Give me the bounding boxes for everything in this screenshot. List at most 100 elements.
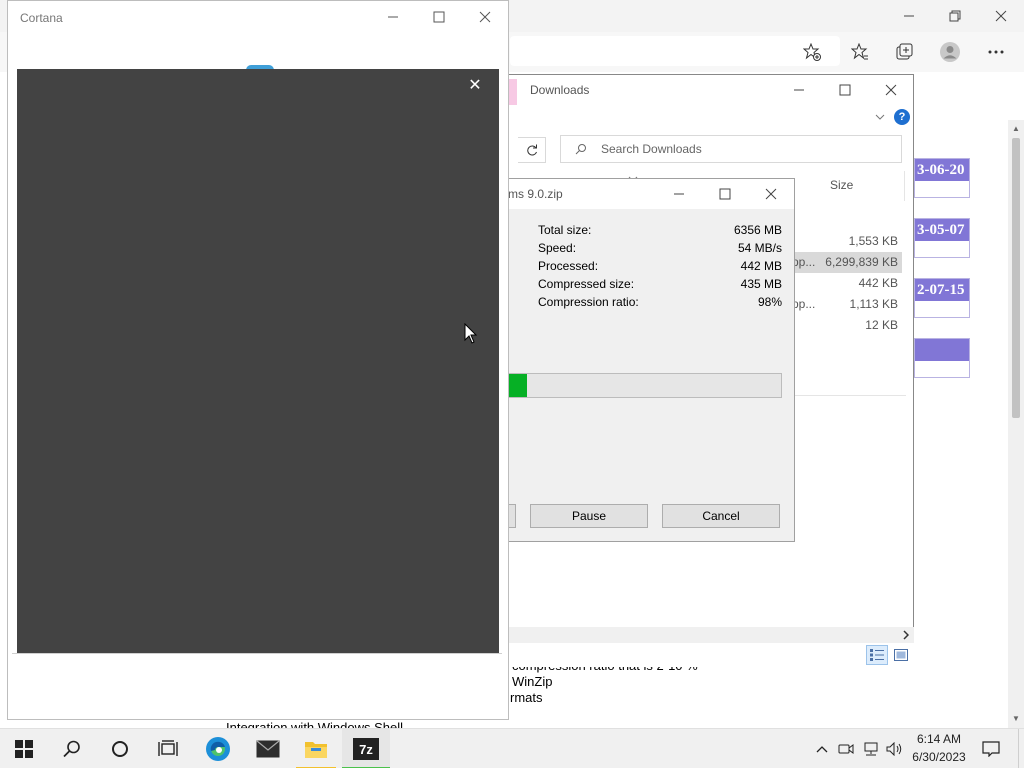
minimize-button[interactable] — [370, 1, 416, 33]
size-column-header[interactable]: Size — [830, 178, 853, 192]
edge-taskbar-button[interactable] — [194, 729, 242, 768]
restore-icon — [949, 10, 961, 22]
folder-tab-accent — [508, 79, 517, 105]
cortana-dark-panel: ✕ — [17, 69, 499, 654]
cancel-button[interactable]: Cancel — [662, 504, 780, 528]
show-hidden-icons-chevron-icon[interactable] — [812, 739, 832, 759]
close-button[interactable] — [462, 1, 508, 33]
date-badge: 3-05-07 — [914, 218, 970, 258]
panel-separator — [12, 653, 502, 654]
search-icon — [63, 740, 80, 758]
stat-label: Total size: — [538, 223, 592, 237]
search-icon — [575, 144, 586, 155]
help-icon[interactable]: ? — [894, 109, 910, 125]
minimize-icon — [388, 16, 398, 18]
clock-date[interactable]: 6/30/2023 — [908, 750, 970, 764]
dialog-title-bar: ms 9.0.zip — [508, 179, 794, 209]
stat-value: 6356 MB — [733, 223, 782, 237]
sevenzip-taskbar-button[interactable]: 7z — [342, 729, 390, 768]
cortana-window: Cortana ✕ — [7, 0, 509, 720]
collections-icon[interactable] — [888, 38, 920, 66]
close-icon — [995, 10, 1007, 22]
scroll-down-icon[interactable]: ▼ — [1008, 710, 1024, 726]
status-bar — [508, 643, 914, 667]
zip-progress-dialog: ms 9.0.zip Total size: 6356 MB Speed: 54… — [508, 178, 795, 542]
edge-minimize-button[interactable] — [886, 0, 932, 32]
minimize-button[interactable] — [776, 75, 822, 105]
close-button[interactable] — [868, 75, 914, 105]
maximize-button[interactable] — [822, 75, 868, 105]
close-panel-icon[interactable]: ✕ — [465, 75, 485, 95]
search-button[interactable] — [48, 729, 96, 768]
stat-label: Compression ratio: — [538, 295, 639, 309]
page-text-line: Integration with Windows Shell — [226, 721, 403, 728]
list-separator — [792, 395, 906, 396]
edge-logo-icon — [206, 737, 230, 761]
scroll-right-icon[interactable] — [898, 627, 914, 643]
network-icon[interactable] — [860, 739, 882, 759]
date-badge: 3-06-20 — [914, 158, 970, 198]
add-favorite-icon[interactable] — [796, 38, 828, 66]
edge-close-button[interactable] — [978, 0, 1024, 32]
expand-ribbon-icon[interactable] — [872, 109, 888, 125]
scrollbar-thumb[interactable] — [1012, 138, 1020, 418]
show-desktop-button[interactable] — [1018, 729, 1024, 768]
mail-icon — [256, 740, 280, 758]
sevenzip-logo-icon: 7z — [353, 738, 379, 760]
dialog-title: ms 9.0.zip — [508, 187, 563, 201]
large-icons-view-icon[interactable] — [890, 645, 912, 665]
page-text-line: rmats — [510, 690, 543, 705]
minimize-icon — [674, 193, 684, 195]
cortana-button[interactable] — [96, 729, 144, 768]
edge-restore-button[interactable] — [932, 0, 978, 32]
more-options-icon[interactable] — [980, 38, 1012, 66]
address-bar[interactable] — [510, 36, 840, 66]
minimize-button[interactable] — [656, 179, 702, 209]
file-explorer-taskbar-button[interactable] — [292, 729, 340, 768]
details-view-icon[interactable] — [866, 645, 888, 665]
stat-label: Compressed size: — [538, 277, 635, 291]
profile-avatar-icon[interactable] — [934, 38, 966, 66]
column-divider — [904, 171, 905, 201]
task-view-icon — [158, 740, 178, 756]
favorites-icon[interactable] — [844, 38, 876, 66]
windows-logo-icon — [15, 740, 33, 758]
notification-center-icon[interactable] — [978, 737, 1004, 761]
start-button[interactable] — [0, 729, 48, 768]
page-text-line: WinZip — [512, 674, 553, 689]
search-downloads-input[interactable]: Search Downloads — [560, 135, 902, 163]
date-badge — [914, 338, 970, 378]
progress-bar-fill — [508, 374, 528, 397]
mouse-cursor-icon — [464, 323, 478, 344]
maximize-button[interactable] — [416, 1, 462, 33]
refresh-icon — [526, 144, 537, 156]
background-button-edge[interactable] — [508, 504, 516, 528]
pause-button[interactable]: Pause — [530, 504, 648, 528]
refresh-button[interactable] — [518, 137, 546, 163]
close-button[interactable] — [748, 179, 794, 209]
stat-value: 98% — [757, 295, 782, 309]
maximize-button[interactable] — [702, 179, 748, 209]
close-icon — [765, 188, 777, 200]
task-view-button[interactable] — [144, 729, 192, 768]
cortana-title: Cortana — [20, 11, 63, 25]
maximize-icon — [719, 188, 731, 200]
window-title: Downloads — [530, 83, 590, 97]
stat-label: Processed: — [538, 259, 599, 273]
minimize-icon — [904, 15, 914, 17]
minimize-icon — [794, 89, 804, 91]
date-badge: 2-07-15 — [914, 278, 970, 318]
meet-now-icon[interactable] — [836, 739, 856, 759]
folder-icon — [305, 742, 327, 758]
horizontal-scrollbar[interactable] — [508, 627, 914, 643]
scroll-up-icon[interactable]: ▲ — [1008, 120, 1024, 136]
clock-time[interactable]: 6:14 AM — [908, 732, 970, 746]
page-scrollbar[interactable]: ▲ ▼ — [1008, 120, 1024, 728]
volume-icon[interactable] — [884, 739, 906, 759]
maximize-icon — [839, 84, 851, 96]
progress-bar — [508, 373, 782, 398]
close-icon — [479, 11, 491, 23]
cortana-circle-icon — [112, 741, 128, 757]
stat-value: 442 MB — [740, 259, 782, 273]
mail-taskbar-button[interactable] — [244, 729, 292, 768]
